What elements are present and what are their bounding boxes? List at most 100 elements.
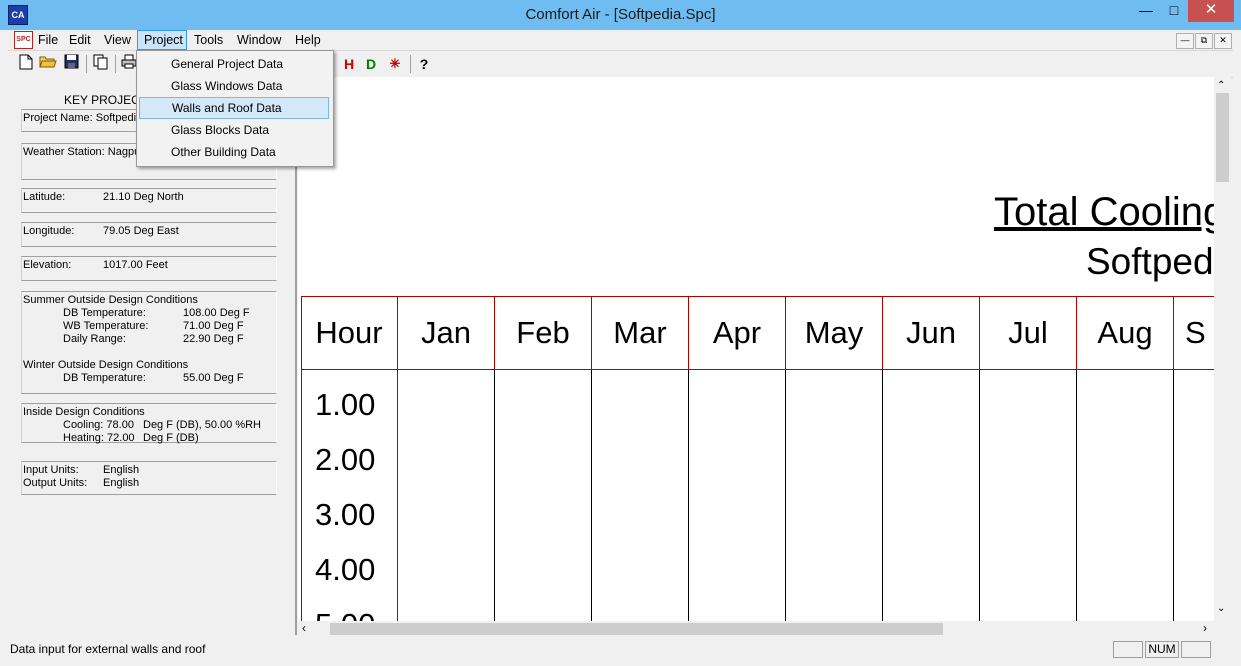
table-border bbox=[979, 370, 980, 621]
column-header: Hour bbox=[315, 315, 383, 350]
heating-label: Heating: 72.00 bbox=[63, 432, 135, 444]
copy-icon[interactable] bbox=[91, 54, 111, 74]
vertical-scroll-thumb[interactable] bbox=[1216, 93, 1229, 182]
column-header: Jan bbox=[421, 315, 471, 350]
document-icon[interactable]: SPC bbox=[14, 31, 33, 49]
units-box: Input Units: English Output Units: Engli… bbox=[21, 461, 277, 495]
table-border bbox=[1173, 296, 1174, 370]
hour-cell: 2.00 bbox=[315, 442, 376, 477]
close-button[interactable]: ✕ bbox=[1188, 0, 1234, 22]
hourly-report-icon[interactable]: H bbox=[339, 54, 359, 74]
status-bar: Data input for external walls and roof N… bbox=[0, 637, 1241, 666]
table-border bbox=[688, 370, 689, 621]
report-document[interactable]: Total Cooling Load - Tons Softpedia Proj… bbox=[298, 77, 1214, 621]
latitude-label: Latitude: bbox=[23, 191, 66, 203]
menu-window[interactable]: Window bbox=[231, 30, 287, 50]
report-title: Total Cooling Load - Tons bbox=[994, 190, 1214, 234]
output-units-label: Output Units: bbox=[23, 477, 88, 489]
maximize-button[interactable]: □ bbox=[1160, 0, 1188, 22]
table-border bbox=[494, 370, 495, 621]
table-border bbox=[1076, 370, 1077, 621]
column-header: Apr bbox=[712, 315, 762, 350]
status-pane bbox=[1181, 641, 1211, 658]
menu-project[interactable]: Project bbox=[137, 30, 187, 50]
scroll-right-icon[interactable]: › bbox=[1203, 621, 1207, 635]
save-icon[interactable] bbox=[61, 54, 81, 74]
column-header: May bbox=[804, 315, 864, 350]
hour-cell: 5.00 bbox=[315, 607, 375, 621]
status-pane bbox=[1113, 641, 1143, 658]
project-name-label: Project Name: Softpedia bbox=[23, 112, 143, 124]
elevation-box: Elevation: 1017.00 Feet bbox=[21, 256, 277, 281]
mdi-restore-icon[interactable]: ⧉ bbox=[1195, 33, 1213, 49]
table-border bbox=[785, 370, 786, 621]
daily-range-label: Daily Range: bbox=[63, 333, 126, 345]
hour-cell: 1.00 bbox=[315, 387, 376, 422]
output-units-value: English bbox=[103, 477, 140, 489]
menu-view[interactable]: View bbox=[98, 30, 137, 50]
menu-item-general-project-data[interactable]: General Project Data bbox=[139, 53, 329, 75]
menu-item-other-building-data[interactable]: Other Building Data bbox=[139, 141, 329, 163]
toolbar-separator bbox=[86, 55, 87, 73]
daily-range-value: 22.90 Deg F bbox=[183, 333, 244, 345]
report-subtitle: Softpedia Project bbox=[1086, 241, 1214, 282]
help-icon[interactable]: ? bbox=[414, 54, 434, 74]
column-header: Feb bbox=[516, 315, 570, 350]
menu-help[interactable]: Help bbox=[289, 30, 327, 50]
summer-db-label: DB Temperature: bbox=[63, 307, 146, 319]
mdi-minimize-icon[interactable]: — bbox=[1176, 33, 1194, 49]
toolbar-separator bbox=[410, 55, 411, 73]
menu-tools[interactable]: Tools bbox=[188, 30, 229, 50]
menu-item-walls-and-roof-data[interactable]: Walls and Roof Data bbox=[139, 97, 329, 119]
input-units-value: English bbox=[103, 464, 140, 476]
scroll-down-icon[interactable]: ⌄ bbox=[1217, 603, 1225, 614]
longitude-value: 79.05 Deg East bbox=[103, 225, 179, 237]
open-folder-icon[interactable] bbox=[38, 54, 58, 74]
summer-heading: Summer Outside Design Conditions bbox=[23, 294, 198, 306]
heating-value: Deg F (DB) bbox=[143, 432, 199, 444]
weather-station-label: Weather Station: Nagpu bbox=[23, 146, 141, 158]
summer-db-value: 108.00 Deg F bbox=[183, 307, 250, 319]
menu-bar: SPC File Edit View Project Tools Window … bbox=[8, 30, 1233, 50]
minimize-button[interactable]: — bbox=[1132, 0, 1160, 22]
num-lock-indicator: NUM bbox=[1145, 641, 1179, 658]
status-text: Data input for external walls and roof bbox=[10, 642, 206, 656]
elevation-label: Elevation: bbox=[23, 259, 72, 271]
window-title: Comfort Air - [Softpedia.Spc] bbox=[525, 6, 716, 23]
column-header: S bbox=[1185, 315, 1206, 350]
horizontal-scroll-thumb[interactable] bbox=[330, 623, 943, 635]
table-border bbox=[1173, 370, 1174, 621]
toolbar-separator bbox=[115, 55, 116, 73]
design-conditions-box: Summer Outside Design Conditions DB Temp… bbox=[21, 291, 277, 394]
menu-item-glass-windows-data[interactable]: Glass Windows Data bbox=[139, 75, 329, 97]
header-bottom-border bbox=[301, 369, 1214, 370]
input-units-label: Input Units: bbox=[23, 464, 79, 476]
inside-heading: Inside Design Conditions bbox=[23, 406, 145, 418]
menu-file[interactable]: File bbox=[32, 30, 64, 50]
scroll-left-icon[interactable]: ‹ bbox=[302, 621, 306, 635]
mdi-close-icon[interactable]: ✕ bbox=[1214, 33, 1232, 49]
latitude-value: 21.10 Deg North bbox=[103, 191, 184, 203]
menu-item-glass-blocks-data[interactable]: Glass Blocks Data bbox=[139, 119, 329, 141]
longitude-label: Longitude: bbox=[23, 225, 75, 237]
table-border bbox=[882, 370, 883, 621]
elevation-value: 1017.00 Feet bbox=[103, 259, 168, 271]
table-border bbox=[591, 370, 592, 621]
new-file-icon[interactable] bbox=[16, 54, 36, 74]
cooling-label: Cooling: 78.00 bbox=[63, 419, 134, 431]
panel-heading: KEY PROJECT bbox=[64, 93, 148, 107]
longitude-box: Longitude: 79.05 Deg East bbox=[21, 222, 277, 247]
winter-db-label: DB Temperature: bbox=[63, 372, 146, 384]
scroll-up-icon[interactable]: ⌃ bbox=[1217, 80, 1225, 91]
cooling-value: Deg F (DB), 50.00 %RH bbox=[143, 419, 261, 431]
summer-wb-label: WB Temperature: bbox=[63, 320, 149, 332]
menu-edit[interactable]: Edit bbox=[63, 30, 97, 50]
winter-db-value: 55.00 Deg F bbox=[183, 372, 244, 384]
hour-cell: 4.00 bbox=[315, 552, 376, 587]
daily-report-icon[interactable]: D bbox=[361, 54, 381, 74]
column-header: Jun bbox=[906, 315, 956, 350]
chart-icon[interactable]: ✳ bbox=[385, 54, 405, 74]
summer-wb-value: 71.00 Deg F bbox=[183, 320, 244, 332]
inside-conditions-box: Inside Design Conditions Cooling: 78.00 … bbox=[21, 403, 277, 444]
column-header: Aug bbox=[1097, 315, 1153, 350]
